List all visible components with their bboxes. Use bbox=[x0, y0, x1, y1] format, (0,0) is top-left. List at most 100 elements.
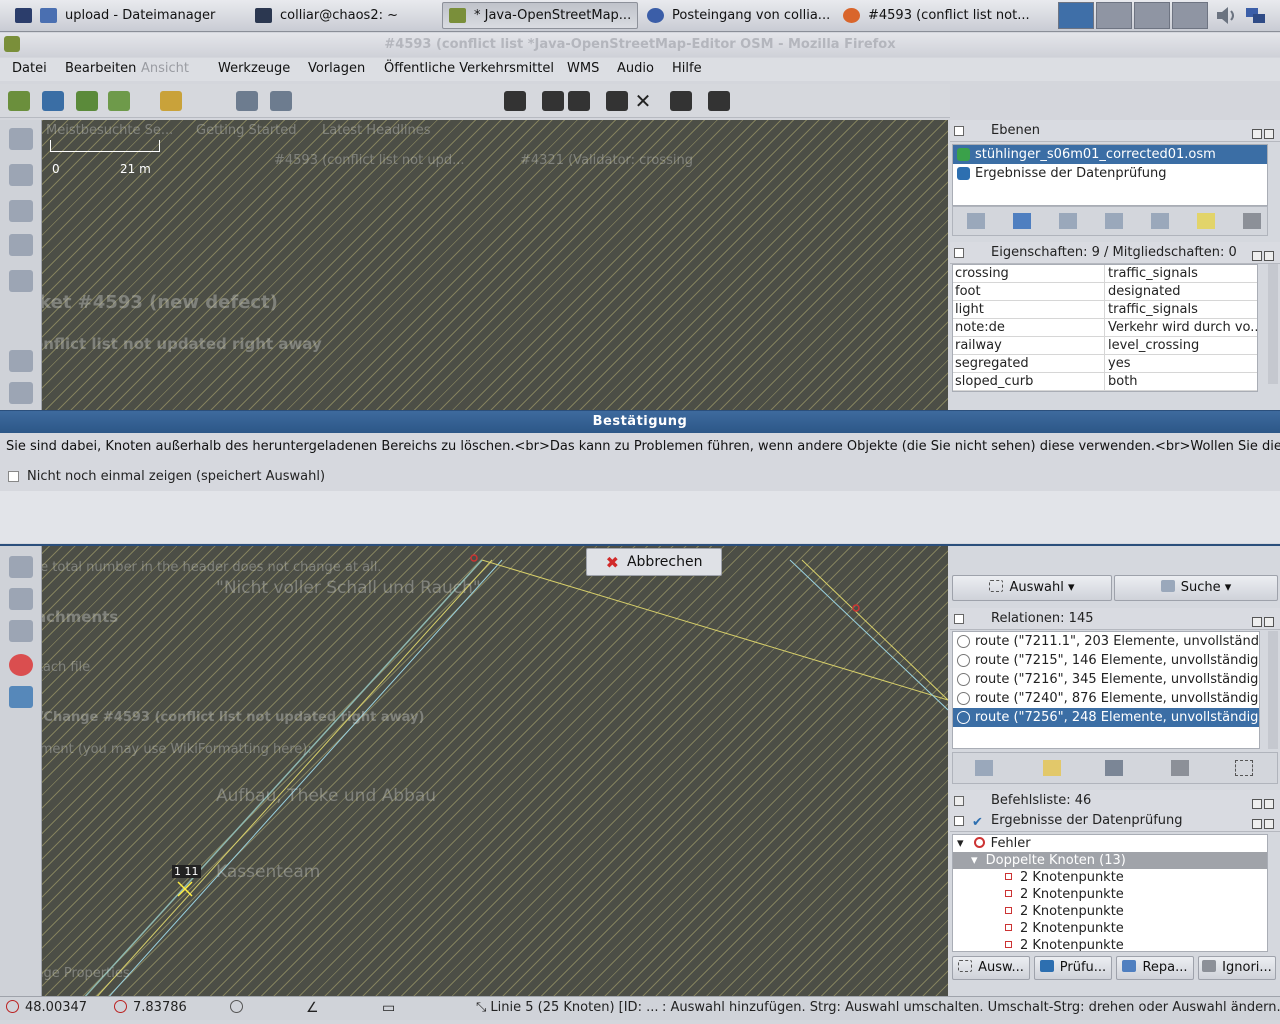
relations-panel-header[interactable]: Relationen: 145 bbox=[950, 608, 1280, 630]
menu-edit[interactable]: Bearbeiten bbox=[65, 61, 136, 76]
download-icon[interactable] bbox=[108, 91, 130, 111]
package-tool-icon[interactable] bbox=[9, 620, 33, 642]
preferences-icon[interactable] bbox=[270, 91, 292, 111]
car-icon[interactable] bbox=[542, 91, 564, 111]
workspace-4[interactable] bbox=[1172, 2, 1208, 29]
upload-icon[interactable] bbox=[76, 91, 98, 111]
panel-buttons[interactable] bbox=[1250, 613, 1276, 627]
task-file-manager[interactable]: upload - Dateimanager bbox=[8, 2, 244, 29]
select-button[interactable]: Auswahl ▾ bbox=[952, 575, 1112, 601]
save-icon[interactable] bbox=[42, 91, 64, 111]
cancel-button[interactable]: ✖ Abbrechen bbox=[586, 548, 722, 576]
measure-tool-icon[interactable] bbox=[9, 200, 33, 222]
task-thunderbird[interactable]: Posteingang von collia... bbox=[640, 2, 832, 29]
task-firefox[interactable]: #4593 (conflict list not... bbox=[836, 2, 1034, 29]
workspace-1[interactable] bbox=[1058, 2, 1094, 29]
dont-show-again[interactable]: Nicht noch einmal zeigen (speichert Ausw… bbox=[8, 469, 325, 484]
add-relation-icon[interactable] bbox=[975, 760, 993, 776]
relation-item[interactable]: route ("7240", 876 Elemente, unvollständ… bbox=[953, 689, 1259, 708]
select-tool-icon[interactable] bbox=[9, 128, 33, 150]
duplicate-relation-icon[interactable] bbox=[1105, 760, 1123, 776]
layer-tool-icon[interactable] bbox=[9, 556, 33, 578]
workspace-pager[interactable] bbox=[1058, 2, 1208, 29]
property-row[interactable]: sloped_curb both bbox=[953, 373, 1257, 391]
tree-leaf[interactable]: 2 Knotenpunkte bbox=[953, 903, 1267, 920]
menu-presets[interactable]: Vorlagen bbox=[308, 61, 365, 76]
collapse-icon[interactable] bbox=[954, 126, 964, 136]
tree-node-errors[interactable]: ▾ Fehler bbox=[953, 835, 1267, 852]
property-row[interactable]: railway level_crossing bbox=[953, 337, 1257, 355]
relation-item[interactable]: route ("7215", 146 Elemente, unvollständ… bbox=[953, 651, 1259, 670]
dont-show-checkbox[interactable] bbox=[8, 471, 19, 482]
menu-file[interactable]: Datei bbox=[12, 61, 47, 76]
error-tool-icon[interactable] bbox=[9, 654, 33, 676]
select-members-icon[interactable] bbox=[1235, 760, 1253, 776]
property-row[interactable]: foot designated bbox=[953, 283, 1257, 301]
relation-item[interactable]: route ("7256", 248 Elemente, unvollständ… bbox=[953, 708, 1259, 727]
layer-item[interactable]: Ergebnisse der Datenprüfung bbox=[953, 164, 1267, 183]
menu-help[interactable]: Hilfe bbox=[672, 61, 702, 76]
edit-relation-icon[interactable] bbox=[1043, 760, 1061, 776]
property-row[interactable]: note:de Verkehr wird durch vo... bbox=[953, 319, 1257, 337]
task-josm[interactable]: * Java-OpenStreetMap... bbox=[442, 2, 638, 29]
tree-node-duplicate-nodes[interactable]: ▾ Doppelte Knoten (13) bbox=[953, 852, 1267, 869]
duplicate-icon[interactable] bbox=[1197, 213, 1215, 229]
delete-layer-icon[interactable] bbox=[1243, 213, 1261, 229]
list-tool-icon[interactable] bbox=[9, 350, 33, 372]
bridge-icon[interactable] bbox=[670, 91, 692, 111]
workspace-3[interactable] bbox=[1134, 2, 1170, 29]
building-icon[interactable] bbox=[606, 91, 628, 111]
panel-buttons[interactable] bbox=[1250, 815, 1276, 829]
tree-leaf[interactable]: 2 Knotenpunkte bbox=[953, 886, 1267, 903]
undo-icon[interactable] bbox=[160, 91, 182, 111]
zoom-tool-icon[interactable] bbox=[9, 234, 33, 256]
move-up-icon[interactable] bbox=[967, 213, 985, 229]
network-icon[interactable] bbox=[1244, 4, 1268, 27]
relation-item[interactable]: route ("7211.1", 203 Elemente, unvollstä… bbox=[953, 632, 1259, 651]
visible-check-icon[interactable] bbox=[957, 148, 970, 161]
layer-item[interactable]: stühlinger_s06m01_corrected01.osm bbox=[953, 145, 1267, 164]
collapse-icon[interactable] bbox=[954, 614, 964, 624]
draw-tool-icon[interactable] bbox=[9, 164, 33, 186]
properties-panel-header[interactable]: Eigenschaften: 9 / Mitgliedschaften: 0 bbox=[950, 242, 1280, 264]
task-terminal[interactable]: colliar@chaos2: ~ bbox=[248, 2, 436, 29]
tree-leaf[interactable]: 2 Knotenpunkte bbox=[953, 920, 1267, 937]
volume-icon[interactable] bbox=[1214, 4, 1238, 27]
panel-buttons[interactable] bbox=[1250, 795, 1276, 809]
collapse-icon[interactable] bbox=[954, 816, 964, 826]
panel-buttons[interactable] bbox=[1250, 247, 1276, 261]
delete-relation-icon[interactable] bbox=[1171, 760, 1189, 776]
mail-tool-icon[interactable] bbox=[9, 588, 33, 610]
merge-icon[interactable] bbox=[1059, 213, 1077, 229]
visibility-icon[interactable] bbox=[1105, 213, 1123, 229]
search-button[interactable]: Suche ▾ bbox=[1114, 575, 1278, 601]
checkmark-tool-icon[interactable] bbox=[9, 686, 33, 708]
move-down-icon[interactable] bbox=[1013, 213, 1031, 229]
menu-audio[interactable]: Audio bbox=[617, 61, 654, 76]
tree-leaf[interactable]: 2 Knotenpunkte bbox=[953, 937, 1267, 951]
expand-icon[interactable] bbox=[954, 796, 964, 806]
delete-tool-icon[interactable] bbox=[9, 270, 33, 292]
property-row[interactable]: crossing traffic_signals bbox=[953, 265, 1257, 283]
ignore-button[interactable]: Ignori... bbox=[1198, 956, 1276, 980]
relation-item[interactable]: route ("7216", 345 Elemente, unvollständ… bbox=[953, 670, 1259, 689]
tag-tool-icon[interactable] bbox=[9, 382, 33, 404]
menu-wms[interactable]: WMS bbox=[567, 61, 599, 76]
property-row[interactable]: light traffic_signals bbox=[953, 301, 1257, 319]
menu-tools[interactable]: Werkzeuge bbox=[218, 61, 290, 76]
pan-hand-icon[interactable] bbox=[504, 91, 526, 111]
menu-public-transport[interactable]: Öffentliche Verkehrsmittel bbox=[384, 61, 554, 76]
validation-select-button[interactable]: Ausw... bbox=[952, 956, 1030, 980]
cross-icon[interactable]: ✕ bbox=[632, 91, 654, 111]
properties-scrollbar[interactable] bbox=[1268, 264, 1278, 384]
layers-panel-header[interactable]: Ebenen bbox=[950, 120, 1280, 142]
open-icon[interactable] bbox=[8, 91, 30, 111]
start-menu-icon[interactable] bbox=[15, 8, 32, 23]
relations-scrollbar[interactable] bbox=[1268, 631, 1278, 749]
chart-icon[interactable] bbox=[708, 91, 730, 111]
validate-button[interactable]: Prüfu... bbox=[1034, 956, 1112, 980]
commands-panel-header[interactable]: Befehlsliste: 46 bbox=[950, 790, 1280, 812]
map-view[interactable]: 0 21 m 1 11 Meistbesuchte Se... Getting … bbox=[42, 120, 948, 1000]
fix-button[interactable]: Repa... bbox=[1116, 956, 1194, 980]
layer-info-icon[interactable] bbox=[1151, 213, 1169, 229]
